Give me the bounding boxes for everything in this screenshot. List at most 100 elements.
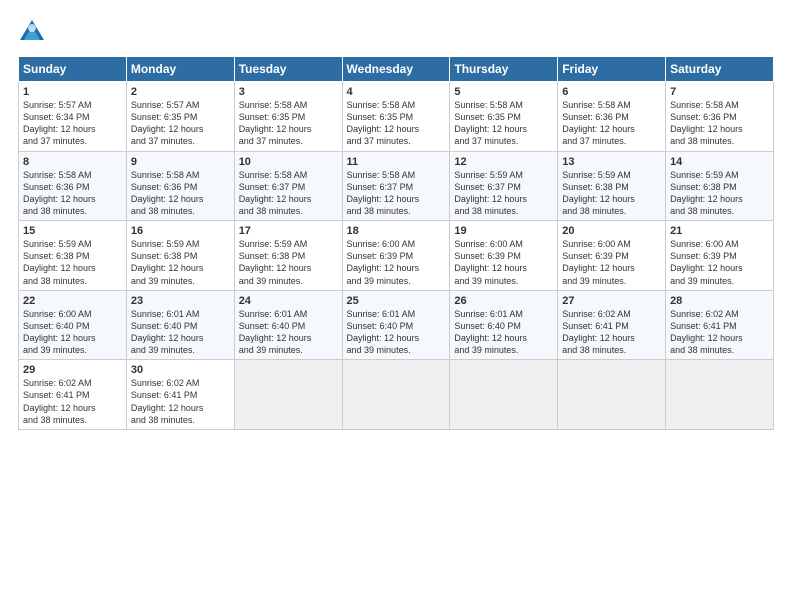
calendar-cell: 8Sunrise: 5:58 AMSunset: 6:36 PMDaylight… [19, 151, 127, 221]
cell-info: Sunrise: 6:01 AMSunset: 6:40 PMDaylight:… [454, 308, 553, 357]
calendar-cell: 19Sunrise: 6:00 AMSunset: 6:39 PMDayligh… [450, 221, 558, 291]
header-day: Saturday [666, 57, 774, 82]
calendar-cell: 5Sunrise: 5:58 AMSunset: 6:35 PMDaylight… [450, 82, 558, 152]
day-number: 23 [131, 295, 230, 307]
calendar-cell: 17Sunrise: 5:59 AMSunset: 6:38 PMDayligh… [234, 221, 342, 291]
day-number: 11 [347, 156, 446, 168]
cell-info: Sunrise: 5:57 AMSunset: 6:35 PMDaylight:… [131, 99, 230, 148]
calendar-cell: 6Sunrise: 5:58 AMSunset: 6:36 PMDaylight… [558, 82, 666, 152]
cell-info: Sunrise: 5:58 AMSunset: 6:35 PMDaylight:… [454, 99, 553, 148]
day-number: 29 [23, 364, 122, 376]
calendar-week: 1Sunrise: 5:57 AMSunset: 6:34 PMDaylight… [19, 82, 774, 152]
day-number: 12 [454, 156, 553, 168]
cell-info: Sunrise: 5:58 AMSunset: 6:35 PMDaylight:… [347, 99, 446, 148]
calendar-cell: 21Sunrise: 6:00 AMSunset: 6:39 PMDayligh… [666, 221, 774, 291]
calendar-cell: 23Sunrise: 6:01 AMSunset: 6:40 PMDayligh… [126, 290, 234, 360]
calendar-cell: 9Sunrise: 5:58 AMSunset: 6:36 PMDaylight… [126, 151, 234, 221]
cell-info: Sunrise: 5:57 AMSunset: 6:34 PMDaylight:… [23, 99, 122, 148]
day-number: 18 [347, 225, 446, 237]
cell-info: Sunrise: 5:58 AMSunset: 6:37 PMDaylight:… [239, 169, 338, 218]
day-number: 16 [131, 225, 230, 237]
page-header [18, 18, 774, 46]
header-day: Friday [558, 57, 666, 82]
cell-info: Sunrise: 5:59 AMSunset: 6:37 PMDaylight:… [454, 169, 553, 218]
day-number: 3 [239, 86, 338, 98]
cell-info: Sunrise: 5:59 AMSunset: 6:38 PMDaylight:… [670, 169, 769, 218]
calendar-cell [666, 360, 774, 430]
day-number: 8 [23, 156, 122, 168]
calendar-cell: 15Sunrise: 5:59 AMSunset: 6:38 PMDayligh… [19, 221, 127, 291]
cell-info: Sunrise: 6:01 AMSunset: 6:40 PMDaylight:… [347, 308, 446, 357]
day-number: 1 [23, 86, 122, 98]
calendar-cell: 20Sunrise: 6:00 AMSunset: 6:39 PMDayligh… [558, 221, 666, 291]
cell-info: Sunrise: 6:00 AMSunset: 6:39 PMDaylight:… [454, 238, 553, 287]
calendar-cell: 3Sunrise: 5:58 AMSunset: 6:35 PMDaylight… [234, 82, 342, 152]
cell-info: Sunrise: 5:58 AMSunset: 6:36 PMDaylight:… [131, 169, 230, 218]
day-number: 9 [131, 156, 230, 168]
header-day: Tuesday [234, 57, 342, 82]
cell-info: Sunrise: 6:02 AMSunset: 6:41 PMDaylight:… [562, 308, 661, 357]
day-number: 14 [670, 156, 769, 168]
logo [18, 18, 50, 46]
day-number: 21 [670, 225, 769, 237]
calendar-cell: 26Sunrise: 6:01 AMSunset: 6:40 PMDayligh… [450, 290, 558, 360]
cell-info: Sunrise: 6:00 AMSunset: 6:39 PMDaylight:… [670, 238, 769, 287]
header-day: Monday [126, 57, 234, 82]
cell-info: Sunrise: 5:59 AMSunset: 6:38 PMDaylight:… [23, 238, 122, 287]
calendar-week: 8 Sunrise: 5:58 AMSunset: 6:36 PMDaylight… [19, 151, 774, 221]
calendar-cell: 11Sunrise: 5:58 AMSunset: 6:37 PMDayligh… [342, 151, 450, 221]
cell-info: Sunrise: 5:59 AMSunset: 6:38 PMDaylight:… [562, 169, 661, 218]
calendar-cell: 1Sunrise: 5:57 AMSunset: 6:34 PMDaylight… [19, 82, 127, 152]
cell-info: Sunrise: 6:01 AMSunset: 6:40 PMDaylight:… [239, 308, 338, 357]
calendar-cell [558, 360, 666, 430]
calendar-cell: 12Sunrise: 5:59 AMSunset: 6:37 PMDayligh… [450, 151, 558, 221]
day-number: 30 [131, 364, 230, 376]
calendar-cell: 13Sunrise: 5:59 AMSunset: 6:38 PMDayligh… [558, 151, 666, 221]
cell-info: Sunrise: 5:58 AMSunset: 6:36 PMDaylight:… [670, 99, 769, 148]
calendar-cell: 4Sunrise: 5:58 AMSunset: 6:35 PMDaylight… [342, 82, 450, 152]
cell-info: Sunrise: 5:59 AMSunset: 6:38 PMDaylight:… [239, 238, 338, 287]
day-number: 25 [347, 295, 446, 307]
header-day: Wednesday [342, 57, 450, 82]
day-number: 5 [454, 86, 553, 98]
calendar-cell: 10Sunrise: 5:58 AMSunset: 6:37 PMDayligh… [234, 151, 342, 221]
calendar-cell: 7Sunrise: 5:58 AMSunset: 6:36 PMDaylight… [666, 82, 774, 152]
cell-info: Sunrise: 6:02 AMSunset: 6:41 PMDaylight:… [670, 308, 769, 357]
day-number: 22 [23, 295, 122, 307]
cell-info: Sunrise: 6:00 AMSunset: 6:39 PMDaylight:… [562, 238, 661, 287]
day-number: 20 [562, 225, 661, 237]
day-number: 24 [239, 295, 338, 307]
calendar-cell: 29Sunrise: 6:02 AMSunset: 6:41 PMDayligh… [19, 360, 127, 430]
calendar-week: 22Sunrise: 6:00 AMSunset: 6:40 PMDayligh… [19, 290, 774, 360]
calendar-header: SundayMondayTuesdayWednesdayThursdayFrid… [19, 57, 774, 82]
header-day: Thursday [450, 57, 558, 82]
cell-info: Sunrise: 6:02 AMSunset: 6:41 PMDaylight:… [23, 377, 122, 426]
day-number: 17 [239, 225, 338, 237]
calendar-cell: 22Sunrise: 6:00 AMSunset: 6:40 PMDayligh… [19, 290, 127, 360]
day-number: 27 [562, 295, 661, 307]
calendar-cell: 24Sunrise: 6:01 AMSunset: 6:40 PMDayligh… [234, 290, 342, 360]
day-number: 7 [670, 86, 769, 98]
day-number: 28 [670, 295, 769, 307]
cell-info: Sunrise: 6:00 AMSunset: 6:40 PMDaylight:… [23, 308, 122, 357]
day-number: 19 [454, 225, 553, 237]
day-number: 2 [131, 86, 230, 98]
day-number: 4 [347, 86, 446, 98]
calendar-cell: 14Sunrise: 5:59 AMSunset: 6:38 PMDayligh… [666, 151, 774, 221]
day-number: 10 [239, 156, 338, 168]
calendar-cell [450, 360, 558, 430]
cell-info: Sunrise: 5:58 AMSunset: 6:37 PMDaylight:… [347, 169, 446, 218]
calendar-cell: 25Sunrise: 6:01 AMSunset: 6:40 PMDayligh… [342, 290, 450, 360]
header-day: Sunday [19, 57, 127, 82]
calendar-week: 29Sunrise: 6:02 AMSunset: 6:41 PMDayligh… [19, 360, 774, 430]
calendar-cell: 27Sunrise: 6:02 AMSunset: 6:41 PMDayligh… [558, 290, 666, 360]
cell-info: Sunrise: 6:02 AMSunset: 6:41 PMDaylight:… [131, 377, 230, 426]
calendar: SundayMondayTuesdayWednesdayThursdayFrid… [18, 56, 774, 430]
day-number: 26 [454, 295, 553, 307]
calendar-cell: 2Sunrise: 5:57 AMSunset: 6:35 PMDaylight… [126, 82, 234, 152]
calendar-cell: 28Sunrise: 6:02 AMSunset: 6:41 PMDayligh… [666, 290, 774, 360]
calendar-cell: 16Sunrise: 5:59 AMSunset: 6:38 PMDayligh… [126, 221, 234, 291]
calendar-week: 15Sunrise: 5:59 AMSunset: 6:38 PMDayligh… [19, 221, 774, 291]
calendar-cell [234, 360, 342, 430]
calendar-cell: 30Sunrise: 6:02 AMSunset: 6:41 PMDayligh… [126, 360, 234, 430]
